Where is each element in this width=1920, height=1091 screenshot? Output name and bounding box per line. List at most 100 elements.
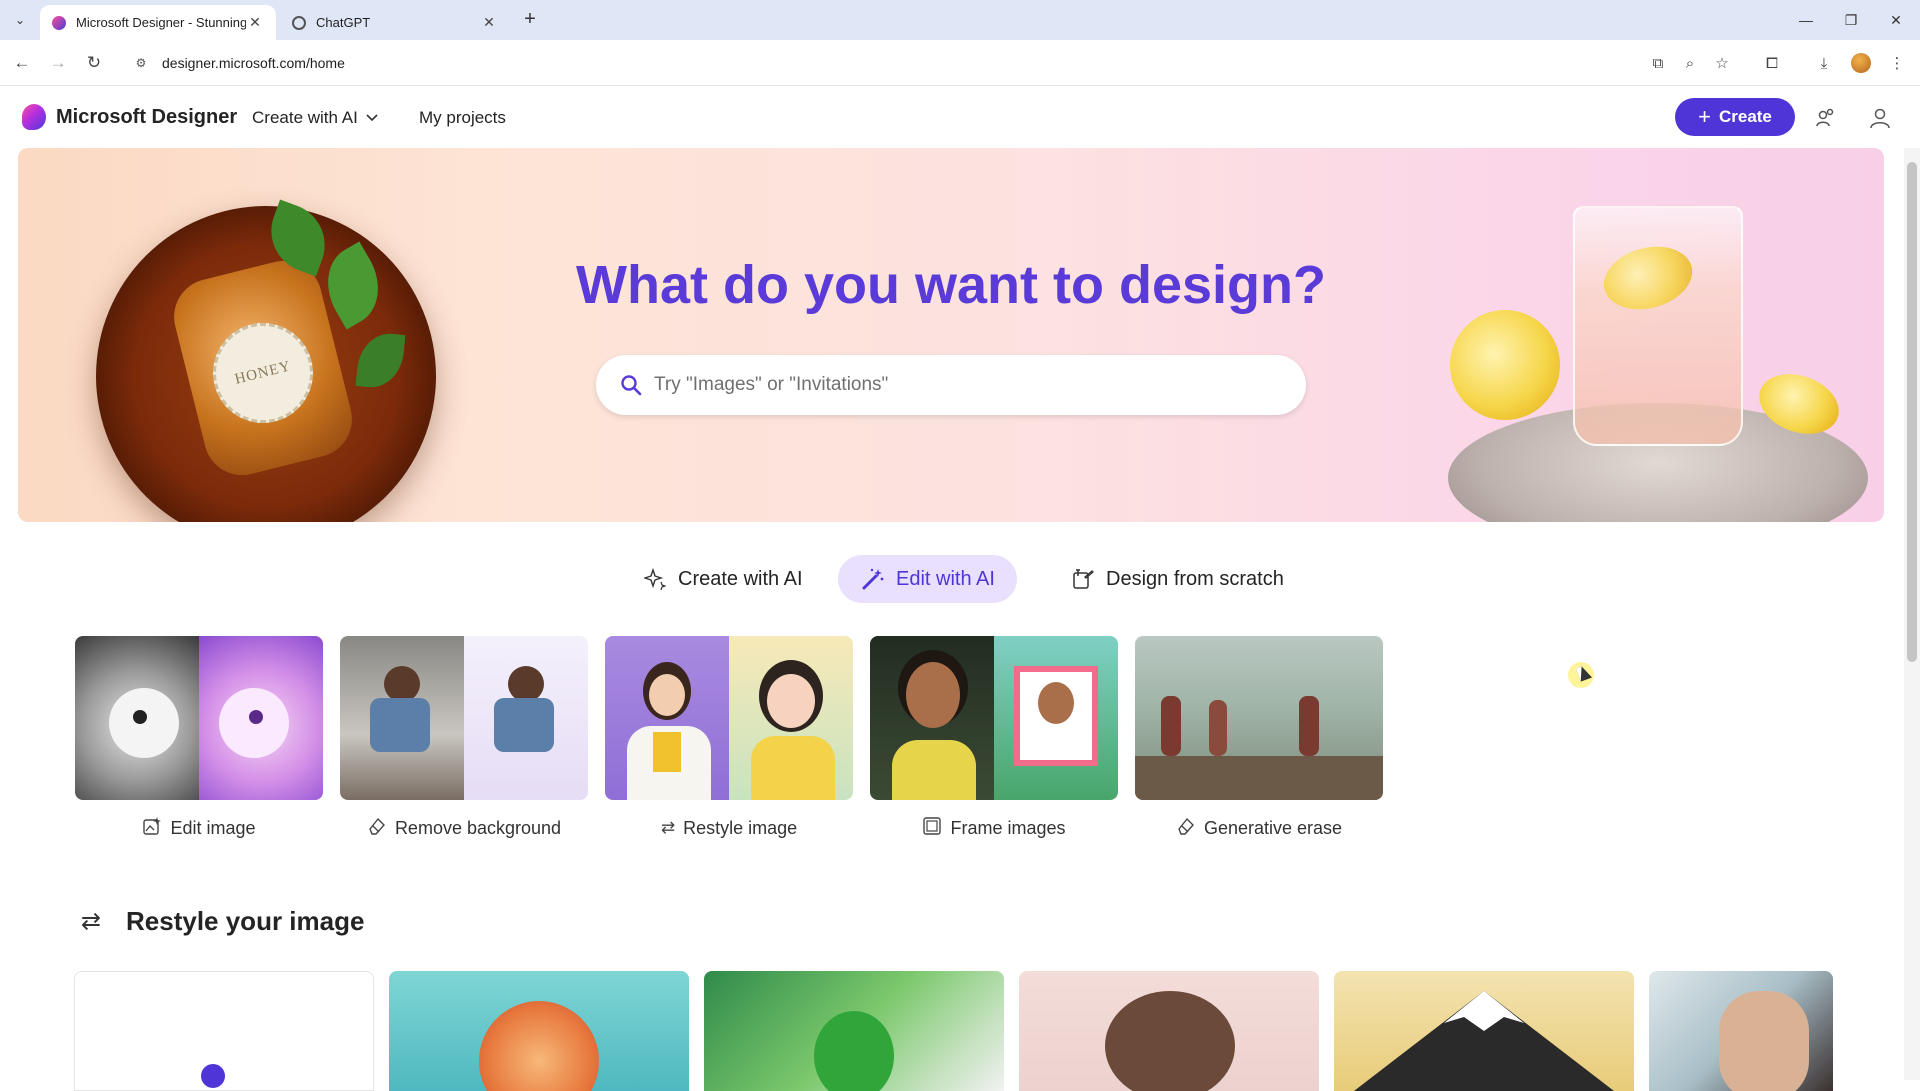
brand-name[interactable]: Microsoft Designer xyxy=(56,106,237,129)
eraser-icon xyxy=(1176,816,1196,841)
style-card-geometric[interactable] xyxy=(1334,971,1634,1091)
browser-profile-avatar[interactable] xyxy=(1851,53,1871,73)
back-arrow-icon[interactable]: ← xyxy=(8,49,36,77)
section-title: Restyle your image xyxy=(126,906,365,936)
card-remove-background[interactable]: Remove background xyxy=(340,636,588,840)
hero-title: What do you want to design? xyxy=(576,255,1326,315)
swap-icon: ⇄ xyxy=(660,818,676,837)
lemonade-glass-image xyxy=(1573,206,1743,446)
card-thumbnail[interactable] xyxy=(605,636,853,800)
card-label[interactable]: Remove background xyxy=(340,816,588,840)
card-label-text: Restyle image xyxy=(683,817,798,838)
card-label-text: Generative erase xyxy=(1203,817,1343,838)
browser-menu-icon[interactable]: ⋮ xyxy=(1885,51,1909,75)
magic-wand-icon xyxy=(860,566,886,592)
style-card-pixel[interactable] xyxy=(1649,971,1833,1091)
parrot-image xyxy=(814,1011,894,1091)
browser-toolbar: ← → ↻ ⚙ designer.microsoft.com/home ⧉ ⌕ … xyxy=(0,40,1920,86)
card-thumbnail[interactable] xyxy=(75,636,323,800)
reload-icon[interactable]: ↻ xyxy=(80,49,108,77)
woman-photo-image xyxy=(605,636,729,800)
swap-icon: ⇄ xyxy=(80,907,102,935)
style-card-clay[interactable] xyxy=(1019,971,1319,1091)
tab-microsoft-designer[interactable]: Microsoft Designer - Stunning ✕ xyxy=(40,5,276,40)
mouse-cursor-icon xyxy=(1568,662,1594,688)
forward-arrow-icon[interactable]: → xyxy=(44,49,72,77)
nav-create-with-ai[interactable]: Create with AI xyxy=(252,108,378,128)
tab-label: Create with AI xyxy=(678,567,803,590)
tab-create-with-ai[interactable]: Create with AI xyxy=(620,555,825,603)
clay-portrait-image xyxy=(1105,991,1235,1091)
frame-icon xyxy=(922,816,942,841)
browser-tab-strip: ⌄ Microsoft Designer - Stunning ✕ ChatGP… xyxy=(0,0,1920,40)
nav-my-projects[interactable]: My projects xyxy=(419,108,506,128)
tab-edit-with-ai[interactable]: Edit with AI xyxy=(838,555,1017,603)
card-label-text: Frame images xyxy=(950,817,1066,838)
card-generative-erase[interactable]: Generative erase xyxy=(1135,636,1383,840)
plus-icon: + xyxy=(1698,104,1711,129)
extensions-icon[interactable]: ⧠ xyxy=(1760,51,1784,75)
upload-icon xyxy=(201,1064,225,1088)
hikers-original-image xyxy=(1135,636,1259,800)
downloads-icon[interactable]: ⤓ xyxy=(1812,51,1836,75)
image-edit-icon xyxy=(142,816,162,841)
style-card-papercraft[interactable] xyxy=(389,971,689,1091)
search-input[interactable] xyxy=(654,374,1254,396)
tab-title: ChatGPT xyxy=(316,15,371,30)
sparkle-icon xyxy=(642,566,668,592)
address-bar[interactable]: ⚙ designer.microsoft.com/home xyxy=(124,46,1644,80)
designer-logo-icon[interactable] xyxy=(22,104,46,130)
url-text[interactable]: designer.microsoft.com/home xyxy=(162,55,345,71)
card-label-text: Edit image xyxy=(170,817,256,838)
zoom-icon[interactable]: ⌕ xyxy=(1678,51,1702,75)
lemon-half-image xyxy=(1450,310,1560,420)
close-tab-icon[interactable]: ✕ xyxy=(246,14,264,32)
portrait-original-image xyxy=(870,636,994,800)
minimize-icon[interactable]: — xyxy=(1786,6,1826,34)
upload-style-card[interactable] xyxy=(74,971,374,1091)
nav-create-label: Create with AI xyxy=(252,108,358,127)
skater-cutout-image xyxy=(464,636,588,800)
scrollbar-thumb[interactable] xyxy=(1907,162,1917,662)
share-people-icon[interactable] xyxy=(1812,104,1840,132)
design-search-box[interactable] xyxy=(596,355,1306,415)
tab-chatgpt[interactable]: ChatGPT ✕ xyxy=(280,5,510,40)
card-label[interactable]: Edit image xyxy=(75,816,323,840)
card-restyle-image[interactable]: ⇄ Restyle image xyxy=(605,636,853,840)
design-tools-icon xyxy=(1070,566,1096,592)
card-thumbnail[interactable] xyxy=(340,636,588,800)
tab-label: Design from scratch xyxy=(1106,567,1284,590)
portrait-framed-image xyxy=(994,636,1118,800)
chatgpt-favicon-icon xyxy=(292,15,306,30)
card-frame-images[interactable]: Frame images xyxy=(870,636,1118,840)
card-edit-image[interactable]: Edit image xyxy=(75,636,323,840)
skater-original-image xyxy=(340,636,464,800)
create-button-label: Create xyxy=(1718,107,1772,126)
card-thumbnail[interactable] xyxy=(1135,636,1383,800)
designer-favicon-icon xyxy=(52,15,66,30)
card-label[interactable]: Frame images xyxy=(870,816,1118,840)
card-label[interactable]: ⇄ Restyle image xyxy=(605,816,853,840)
pixel-portrait-image xyxy=(1719,991,1809,1091)
chevron-down-icon xyxy=(366,111,378,125)
hikers-erased-image xyxy=(1259,636,1383,800)
card-thumbnail[interactable] xyxy=(870,636,1118,800)
hero-banner: HONEY What do you want to design? xyxy=(18,148,1884,522)
site-info-icon[interactable]: ⚙ xyxy=(130,52,152,74)
new-tab-icon[interactable]: + xyxy=(518,8,542,32)
create-button[interactable]: + Create xyxy=(1675,98,1795,136)
search-icon xyxy=(618,372,644,398)
style-card-tropical[interactable] xyxy=(704,971,1004,1091)
close-tab-icon[interactable]: ✕ xyxy=(480,14,498,32)
restore-icon[interactable]: ❐ xyxy=(1831,6,1871,34)
tab-design-from-scratch[interactable]: Design from scratch xyxy=(1048,555,1306,603)
account-avatar-icon[interactable] xyxy=(1866,104,1894,132)
close-window-icon[interactable]: ✕ xyxy=(1876,6,1916,34)
papercraft-portrait-image xyxy=(479,1001,599,1091)
eraser-icon xyxy=(367,816,387,841)
tab-search-chevron-icon[interactable]: ⌄ xyxy=(8,8,32,32)
install-app-icon[interactable]: ⧉ xyxy=(1646,51,1670,75)
card-label[interactable]: Generative erase xyxy=(1135,816,1383,840)
bookmark-star-icon[interactable]: ☆ xyxy=(1710,51,1734,75)
tab-label: Edit with AI xyxy=(896,567,995,590)
